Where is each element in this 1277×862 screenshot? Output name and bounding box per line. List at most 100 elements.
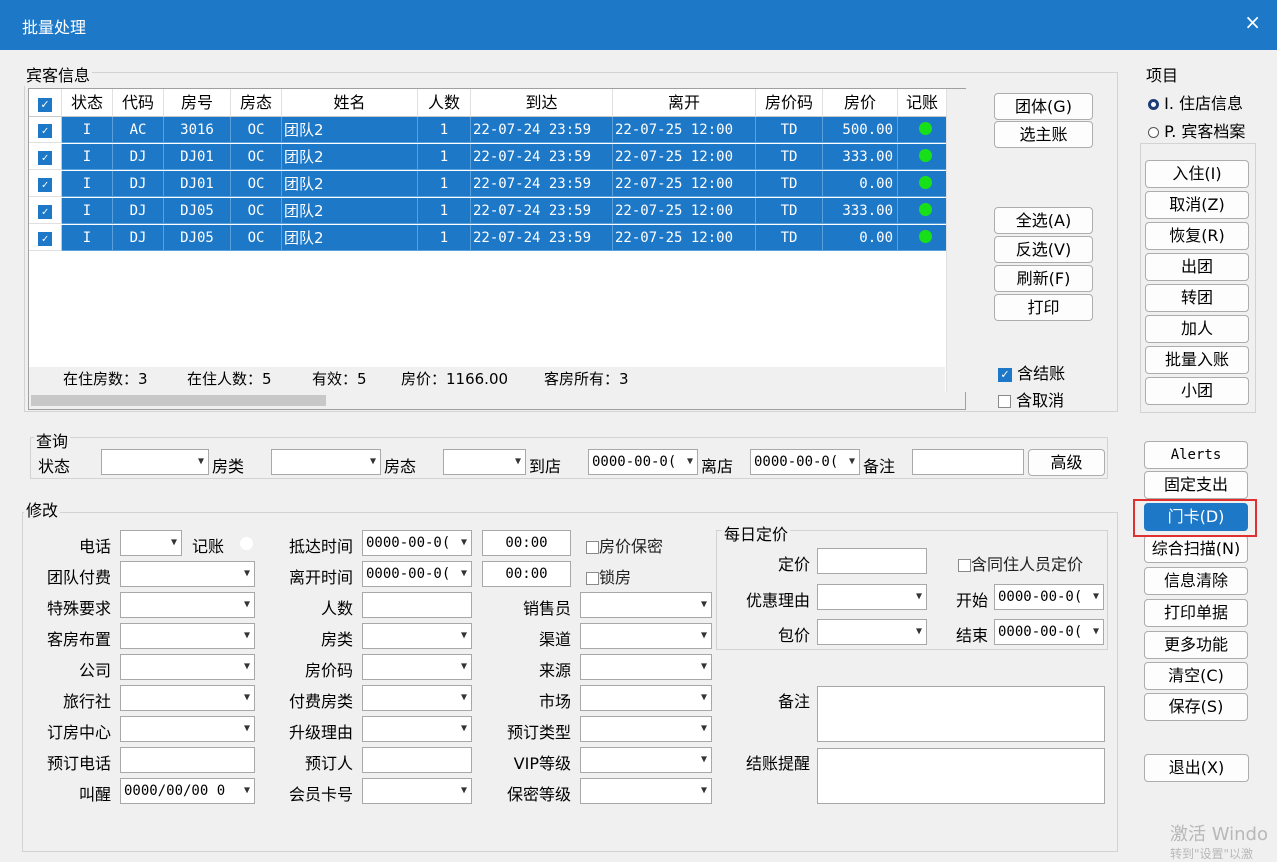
exit-button[interactable]: 退出(X) (1144, 754, 1249, 782)
table-row[interactable]: ✓ I DJ DJ01 OC 团队2 1 22-07-24 23:59 22-07-25 12:… (29, 171, 947, 197)
persons-input[interactable] (362, 592, 472, 618)
close-icon[interactable]: × (1244, 10, 1261, 34)
sales-select[interactable]: ▼ (580, 592, 712, 618)
column-header[interactable]: 房价码 (756, 89, 823, 117)
channel-select[interactable]: ▼ (580, 623, 712, 649)
action-button[interactable]: 入住(I) (1145, 160, 1249, 188)
row-checkbox[interactable]: ✓ (29, 144, 62, 170)
action-button[interactable]: 固定支出 (1144, 471, 1248, 499)
pay-room-type-select[interactable]: ▼ (362, 685, 472, 711)
query-depart-date[interactable]: 0000-00-0(▼ (750, 449, 860, 475)
column-header[interactable]: 记账 (898, 89, 947, 117)
depart-time-input[interactable]: 00:00 (482, 561, 571, 587)
radio-guest-profile[interactable]: P. 宾客档案 (1148, 118, 1245, 142)
advanced-button[interactable]: 高级 (1028, 449, 1105, 476)
column-header[interactable]: 人数 (418, 89, 471, 117)
cell-ratecode: TD (756, 117, 823, 143)
team-pay-select[interactable]: ▼ (120, 561, 255, 587)
action-button[interactable]: 保存(S) (1144, 693, 1248, 721)
upgrade-select[interactable]: ▼ (362, 716, 472, 742)
agency-select[interactable]: ▼ (120, 685, 255, 711)
row-checkbox[interactable]: ✓ (29, 198, 62, 224)
action-button[interactable]: 更多功能 (1144, 631, 1248, 659)
action-button[interactable]: 恢复(R) (1145, 222, 1249, 250)
row-checkbox[interactable]: ✓ (29, 171, 62, 197)
guest-grid[interactable]: ✓ 状态 代码 房号 房态 姓名 人数 到达 离开 房价码 房价 记账 ✓ I AC 3016 OC 团队2 1 2… (28, 88, 966, 410)
include-cancel-checkbox[interactable]: 含取消 (998, 387, 1064, 411)
checkout-remind-textarea[interactable] (817, 748, 1105, 804)
refresh-button[interactable]: 刷新(F) (994, 265, 1093, 292)
column-header[interactable]: 到达 (471, 89, 613, 117)
invert-selection-button[interactable]: 反选(V) (994, 236, 1093, 263)
action-button[interactable]: 加人 (1145, 315, 1249, 343)
company-select[interactable]: ▼ (120, 654, 255, 680)
source-select[interactable]: ▼ (580, 654, 712, 680)
phone-select[interactable]: ▼ (120, 530, 182, 556)
action-button[interactable]: 清空(C) (1144, 662, 1248, 690)
note-textarea[interactable] (817, 686, 1105, 742)
book-phone-input[interactable] (120, 747, 255, 773)
market-select[interactable]: ▼ (580, 685, 712, 711)
center-select[interactable]: ▼ (120, 716, 255, 742)
include-checkout-checkbox[interactable]: ✓ 含结账 (998, 360, 1065, 384)
member-card-select[interactable]: ▼ (362, 778, 472, 804)
column-header[interactable]: 房价 (823, 89, 898, 117)
action-button[interactable]: 取消(Z) (1145, 191, 1249, 219)
grid-hscroll[interactable] (29, 392, 965, 409)
wake-select[interactable]: 0000/00/00 0 ▼ (120, 778, 255, 804)
cell-count: 1 (418, 225, 471, 251)
radio-stay-info[interactable]: I. 住店信息 (1148, 90, 1243, 114)
chevron-down-icon: ▼ (460, 785, 467, 796)
cell-status: I (62, 225, 113, 251)
secret-level-select[interactable]: ▼ (580, 778, 712, 804)
cell-code: DJ (113, 198, 164, 224)
action-button[interactable]: 出团 (1145, 253, 1249, 281)
header-select-all[interactable]: ✓ (29, 89, 62, 117)
action-button[interactable]: 信息清除 (1144, 567, 1248, 595)
booker-label: 预订人 (304, 754, 353, 773)
column-header[interactable]: 离开 (613, 89, 756, 117)
column-header[interactable]: 状态 (62, 89, 113, 117)
action-button[interactable]: 转团 (1145, 284, 1249, 312)
print-button[interactable]: 打印 (994, 294, 1093, 321)
table-row[interactable]: ✓ I DJ DJ05 OC 团队2 1 22-07-24 23:59 22-07-25 12:… (29, 198, 947, 224)
account-label: 记账 (192, 537, 225, 556)
action-button[interactable]: 综合扫描(N) (1144, 535, 1248, 563)
booker-input[interactable] (362, 747, 472, 773)
lock-room-checkbox[interactable]: 锁房 (586, 564, 631, 588)
arrive-date-select[interactable]: 0000-00-0(▼ (362, 530, 472, 556)
column-header[interactable]: 房态 (231, 89, 282, 117)
query-note-input[interactable] (912, 449, 1024, 475)
select-main-account-button[interactable]: 选主账 (994, 121, 1093, 148)
special-select[interactable]: ▼ (120, 592, 255, 618)
row-checkbox[interactable]: ✓ (29, 117, 62, 143)
query-roomtype-select[interactable]: ▼ (271, 449, 381, 475)
rate-secret-checkbox[interactable]: 房价保密 (586, 533, 663, 557)
cell-rate: 0.00 (823, 171, 898, 197)
action-button[interactable]: 批量入账 (1145, 346, 1249, 374)
grid-vscroll[interactable] (946, 89, 966, 392)
arrive-time-input[interactable]: 00:00 (482, 530, 571, 556)
column-header[interactable]: 姓名 (282, 89, 418, 117)
action-button[interactable]: Alerts (1144, 441, 1248, 469)
action-button[interactable]: 小团 (1145, 377, 1249, 405)
action-button[interactable]: 打印单据 (1144, 599, 1248, 627)
query-arrive-date[interactable]: 0000-00-0(▼ (588, 449, 698, 475)
group-button[interactable]: 团体(G) (994, 93, 1093, 120)
rate-code-select[interactable]: ▼ (362, 654, 472, 680)
table-row[interactable]: ✓ I DJ DJ05 OC 团队2 1 22-07-24 23:59 22-07-25 12:… (29, 225, 947, 251)
column-header[interactable]: 房号 (164, 89, 231, 117)
layout-select[interactable]: ▼ (120, 623, 255, 649)
row-checkbox[interactable]: ✓ (29, 225, 62, 251)
table-row[interactable]: ✓ I AC 3016 OC 团队2 1 22-07-24 23:59 22-07-25 12:… (29, 117, 947, 143)
column-header[interactable]: 代码 (113, 89, 164, 117)
query-roomstate-select[interactable]: ▼ (443, 449, 526, 475)
book-type-select[interactable]: ▼ (580, 716, 712, 742)
select-all-button[interactable]: 全选(A) (994, 207, 1093, 234)
query-status-select[interactable]: ▼ (101, 449, 209, 475)
table-row[interactable]: ✓ I DJ DJ01 OC 团队2 1 22-07-24 23:59 22-07-25 12:… (29, 144, 947, 170)
room-type-select[interactable]: ▼ (362, 623, 472, 649)
vip-select[interactable]: ▼ (580, 747, 712, 773)
grid-hscroll-thumb[interactable] (31, 395, 326, 406)
depart-date-select[interactable]: 0000-00-0(▼ (362, 561, 472, 587)
